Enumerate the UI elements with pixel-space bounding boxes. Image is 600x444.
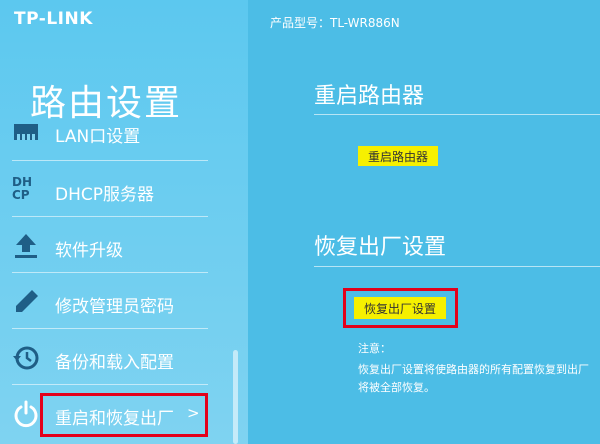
power-icon bbox=[14, 400, 38, 428]
highlight-box-sidebar bbox=[40, 393, 208, 437]
reboot-button[interactable]: 重启路由器 bbox=[358, 146, 438, 166]
pencil-icon bbox=[16, 290, 38, 312]
sidebar-item-password[interactable]: 修改管理员密码 bbox=[0, 274, 230, 330]
divider bbox=[12, 328, 208, 329]
sidebar-item-label: 软件升级 bbox=[55, 241, 123, 261]
sidebar-item-label: 修改管理员密码 bbox=[55, 297, 174, 317]
divider bbox=[12, 160, 208, 161]
model-label: 产品型号：TL-WR886N bbox=[270, 16, 400, 30]
sidebar-item-label: DHCP服务器 bbox=[55, 185, 154, 205]
sidebar-item-label: LAN口设置 bbox=[55, 127, 141, 147]
section-divider bbox=[314, 266, 600, 267]
main-panel: 产品型号：TL-WR886N 重启路由器 重启路由器 恢复出厂设置 恢复出厂设置… bbox=[248, 0, 600, 444]
sidebar-item-label: 备份和载入配置 bbox=[55, 353, 174, 373]
lan-icon bbox=[14, 124, 38, 140]
section-title-factory-reset: 恢复出厂设置 bbox=[314, 235, 447, 260]
note-line-2: 将被全部恢复。 bbox=[358, 381, 435, 394]
divider bbox=[12, 272, 208, 273]
section-title-reboot: 重启路由器 bbox=[314, 84, 425, 109]
sidebar-item-lan[interactable]: LAN口设置 bbox=[0, 118, 230, 148]
highlight-box-factory-reset bbox=[343, 288, 458, 328]
divider bbox=[12, 216, 208, 217]
dhcp-icon: DH CP bbox=[12, 176, 40, 204]
sidebar: TP-LINK 路由设置 LAN口设置 DH CP DHCP服务器 软件升级 修… bbox=[0, 0, 248, 444]
upload-arrow-icon bbox=[15, 234, 37, 258]
history-icon bbox=[13, 346, 39, 370]
sidebar-scrollbar[interactable] bbox=[233, 350, 238, 444]
sidebar-item-backup[interactable]: 备份和载入配置 bbox=[0, 330, 230, 386]
sidebar-item-dhcp[interactable]: DH CP DHCP服务器 bbox=[0, 162, 230, 218]
tp-link-logo: TP-LINK bbox=[14, 9, 93, 29]
sidebar-item-upgrade[interactable]: 软件升级 bbox=[0, 218, 230, 274]
dhcp-icon-text-bottom: CP bbox=[12, 188, 30, 202]
divider bbox=[12, 384, 208, 385]
section-divider bbox=[314, 114, 600, 115]
note-line-1: 恢复出厂设置将使路由器的所有配置恢复到出厂 bbox=[358, 363, 589, 376]
note-label: 注意： bbox=[358, 342, 391, 355]
